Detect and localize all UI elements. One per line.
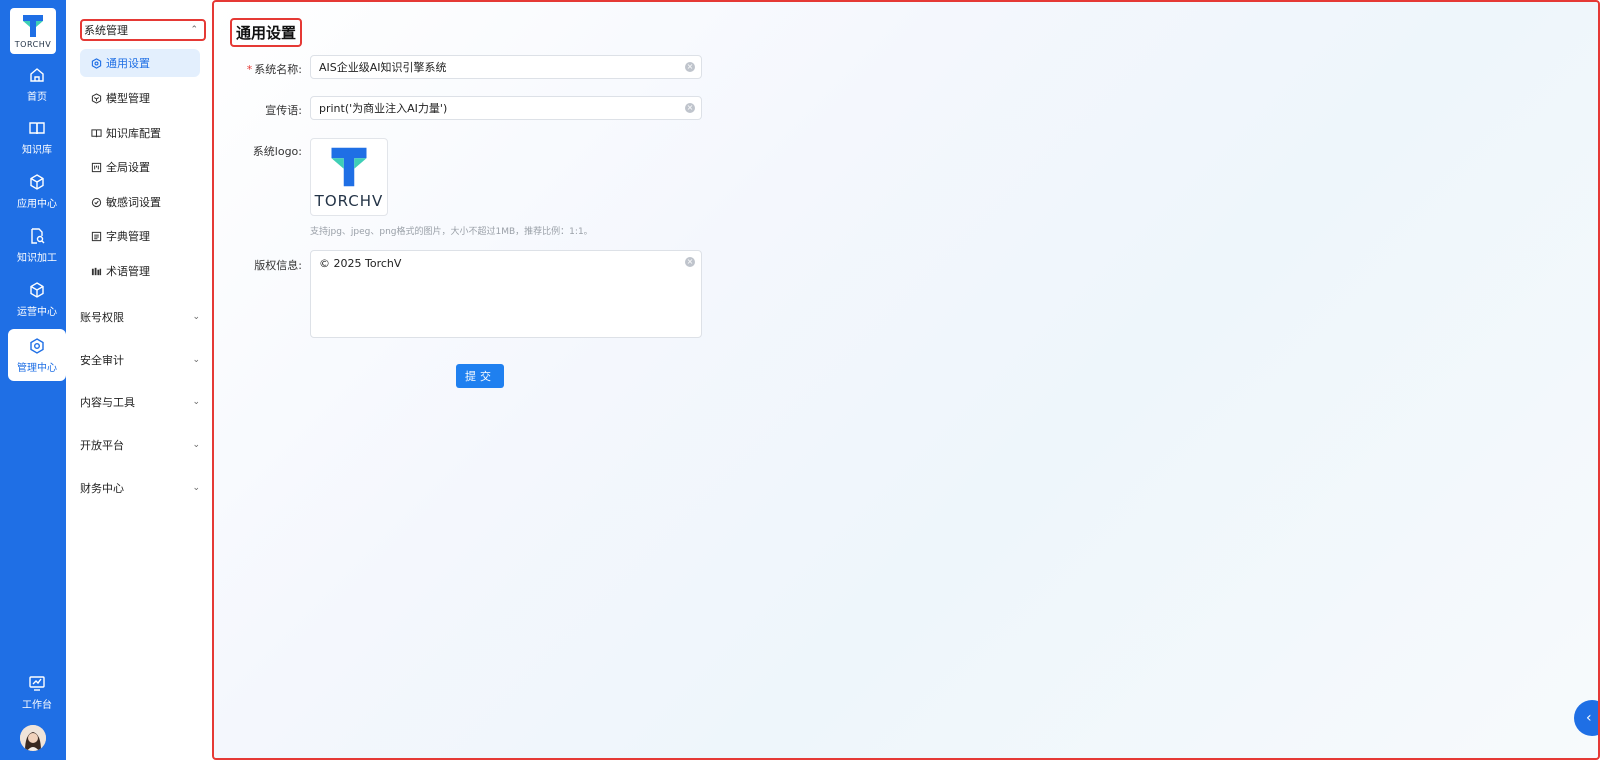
sidebar-group-label: 财务中心 <box>80 482 124 495</box>
sidebar-group-finance-center[interactable]: 财务中心 ⌄ <box>80 477 206 499</box>
sidebar-item-label: 字典管理 <box>106 230 150 243</box>
logo-upload-hint: 支持jpg、jpeg、png格式的图片，大小不超过1MB，推荐比例：1:1。 <box>310 227 593 237</box>
doc-search-icon <box>31 227 45 244</box>
sidebar-group-label: 内容与工具 <box>80 396 135 409</box>
rail-item-app-center[interactable]: 应用中心 <box>8 167 66 215</box>
rail-item-operations-center[interactable]: 运营中心 <box>8 275 66 323</box>
rail-item-label: 知识库 <box>22 144 52 156</box>
rail-item-label: 首页 <box>27 91 47 103</box>
list-icon <box>90 230 102 242</box>
bars-icon <box>90 265 102 277</box>
gear-icon <box>90 57 102 69</box>
sidebar-group-system-management[interactable]: 系统管理 ⌃ <box>80 19 206 41</box>
system-name-input[interactable]: AIS企业级AI知识引擎系统 × <box>310 55 702 79</box>
chevron-down-icon: ⌄ <box>192 397 200 407</box>
clear-icon[interactable]: × <box>685 257 695 267</box>
torchv-logo-icon <box>331 147 367 187</box>
system-logo-upload[interactable]: TORCHV <box>310 138 388 216</box>
gear-icon <box>30 337 44 354</box>
rail-item-label: 应用中心 <box>17 198 57 210</box>
sidebar-group-label: 安全审计 <box>80 354 124 367</box>
sidebar-group-label: 开放平台 <box>80 439 124 452</box>
rail-item-knowledge-processing[interactable]: 知识加工 <box>8 221 66 269</box>
rail-item-knowledge-base[interactable]: 知识库 <box>8 113 66 161</box>
required-marker: * <box>246 63 253 76</box>
system-name-value: AIS企业级AI知识引擎系统 <box>319 61 447 74</box>
sidebar-item-label: 知识库配置 <box>106 127 161 140</box>
copyright-textarea[interactable]: © 2025 TorchV × <box>310 250 702 338</box>
rail-item-admin-center[interactable]: 管理中心 <box>8 329 66 381</box>
sidebar-item-label: 模型管理 <box>106 92 150 105</box>
chevron-down-icon: ⌄ <box>192 355 200 365</box>
copyright-label: 版权信息: <box>254 259 302 272</box>
sidebar-group-account-permissions[interactable]: 账号权限 ⌄ <box>80 306 206 328</box>
clear-icon[interactable]: × <box>685 103 695 113</box>
user-avatar[interactable] <box>20 725 46 751</box>
copyright-value: © 2025 TorchV <box>319 257 402 270</box>
sidebar-group-label: 账号权限 <box>80 311 124 324</box>
sidebar-group-security-audit[interactable]: 安全审计 ⌄ <box>80 349 206 371</box>
collapse-panel-button[interactable]: ‹ <box>1574 700 1598 736</box>
cube-icon <box>30 281 44 298</box>
cube-icon <box>30 173 44 190</box>
book-icon <box>29 121 45 134</box>
home-icon <box>30 67 44 82</box>
slogan-value: print('为商业注入AI力量') <box>319 102 448 115</box>
clear-icon[interactable]: × <box>685 62 695 72</box>
chevron-left-icon: ‹ <box>1586 710 1592 726</box>
system-name-label: * 系统名称: <box>246 63 302 76</box>
rail-item-label: 运营中心 <box>17 306 57 318</box>
sidebar-item-label: 全局设置 <box>106 161 150 174</box>
grid-icon <box>90 161 102 173</box>
avatar-image <box>20 725 46 751</box>
chevron-down-icon: ⌄ <box>192 483 200 493</box>
rail-item-label: 工作台 <box>22 699 52 711</box>
rail-item-label: 知识加工 <box>17 252 57 264</box>
secondary-sidebar: 系统管理 ⌃ 通用设置 模型管理 知识库配置 全局设置 敏感词设置 字典管理 术… <box>66 0 208 760</box>
app-logo-text: TORCHV <box>14 40 52 49</box>
app-logo[interactable]: TORCHV <box>10 8 56 54</box>
main-content-panel: 通用设置 * 系统名称: AIS企业级AI知识引擎系统 × 宣传语: print(… <box>212 0 1600 760</box>
torchv-logo-icon <box>23 15 43 37</box>
sidebar-item-general-settings[interactable]: 通用设置 <box>80 49 200 77</box>
submit-button[interactable]: 提交 <box>456 364 504 388</box>
monitor-chart-icon <box>29 675 45 691</box>
logo-preview-text: TORCHV <box>314 192 384 210</box>
chevron-up-icon: ⌃ <box>190 25 198 35</box>
slogan-input[interactable]: print('为商业注入AI力量') × <box>310 96 702 120</box>
sidebar-item-label: 通用设置 <box>106 57 150 70</box>
system-logo-label: 系统logo: <box>252 145 302 158</box>
sidebar-group-open-platform[interactable]: 开放平台 ⌄ <box>80 434 206 456</box>
rail-item-label: 管理中心 <box>17 362 57 374</box>
chevron-down-icon: ⌄ <box>192 312 200 322</box>
sidebar-group-content-tools[interactable]: 内容与工具 ⌄ <box>80 391 206 413</box>
rail-item-home[interactable]: 首页 <box>8 60 66 108</box>
sidebar-item-label: 敏感词设置 <box>106 196 161 209</box>
sidebar-group-label: 系统管理 <box>84 24 128 37</box>
rail-item-workbench[interactable]: 工作台 <box>8 668 66 716</box>
page-title: 通用设置 <box>230 18 303 47</box>
chevron-down-icon: ⌄ <box>192 440 200 450</box>
shield-icon <box>90 196 102 208</box>
primary-nav-rail: TORCHV 首页 知识库 应用中心 知识加工 运营中心 管理中心 工作台 <box>0 0 66 760</box>
slogan-label: 宣传语: <box>265 104 302 117</box>
book-icon <box>90 127 102 139</box>
model-icon <box>90 92 102 104</box>
sidebar-item-label: 术语管理 <box>106 265 150 278</box>
